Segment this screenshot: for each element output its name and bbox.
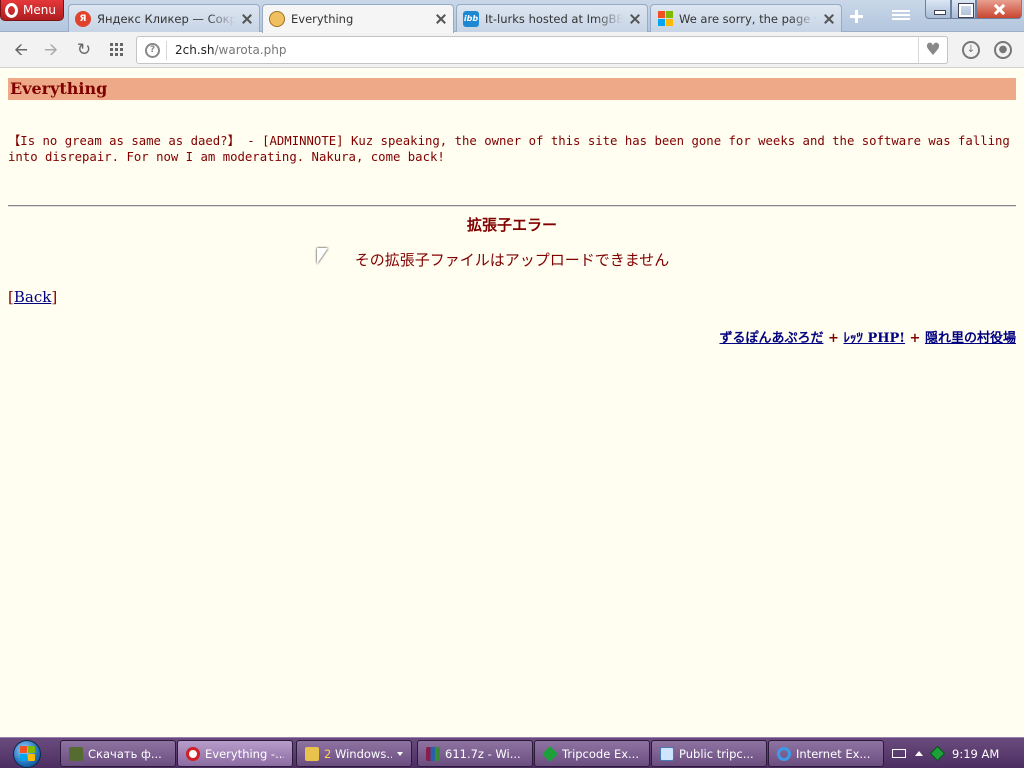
taskbar-item-internet-explorer[interactable]: Internet Ex... xyxy=(768,740,884,767)
tab-title: It-lurks hosted at ImgBB — ImgBB xyxy=(485,11,623,26)
tab-microsoft[interactable]: We are sorry, the page you requested xyxy=(650,4,842,32)
opera-icon xyxy=(186,746,200,761)
bookmark-button[interactable]: ♥ xyxy=(918,36,948,64)
url-path: /warota.php xyxy=(214,43,287,57)
close-icon[interactable] xyxy=(435,13,447,25)
chevron-down-icon xyxy=(397,751,403,756)
tab-yandex[interactable]: Я Яндекс Кликер — Сокращатель ссылок xyxy=(68,4,260,32)
footer-links: ずるぽんあぷろだ + ﾚｯﾂ PHP! + 隠れ里の村役場 xyxy=(719,327,1016,346)
tab-title: Everything xyxy=(291,12,354,26)
tripcode-tray-icon[interactable] xyxy=(929,745,946,762)
forward-arrow-icon[interactable]: 🡪 xyxy=(42,41,60,59)
everything-icon xyxy=(269,11,285,27)
url-host: 2ch.sh xyxy=(175,43,215,57)
windows-logo-icon xyxy=(13,739,41,768)
system-tray: 9:19 AM xyxy=(884,738,1024,768)
tripcode-icon xyxy=(542,745,558,762)
minimize-button[interactable] xyxy=(925,0,951,19)
bracket: ] xyxy=(51,288,58,306)
close-icon[interactable] xyxy=(823,13,835,25)
downloads-icon[interactable]: ↓ xyxy=(962,41,980,59)
new-tab-icon[interactable] xyxy=(848,8,866,26)
footer-link-lets-php[interactable]: ﾚｯﾂ PHP! xyxy=(843,331,905,346)
error-message: その拡張子ファイルはアップロードできません xyxy=(354,251,670,269)
yandex-icon: Я xyxy=(75,10,91,27)
taskbar-item-opera[interactable]: Everything -... xyxy=(177,740,293,767)
divider xyxy=(166,41,167,60)
tab-title: Яндекс Кликер — Сокращатель ссылок xyxy=(97,11,235,26)
reload-icon[interactable]: ↻ xyxy=(75,41,93,59)
tab-strip: Menu Я Яндекс Кликер — Сокращатель ссыло… xyxy=(0,0,1024,33)
mouse-cursor-icon xyxy=(317,248,328,264)
winrar-icon xyxy=(426,746,440,761)
taskbar-item-text: Windows... xyxy=(331,746,392,761)
opera-menu-button[interactable]: Menu xyxy=(0,0,64,21)
taskbar-item-label: 611.7z - Wi... xyxy=(445,746,521,761)
account-icon[interactable]: ● xyxy=(994,41,1012,59)
taskbar-item-explorer[interactable]: 2 Windows... xyxy=(296,740,412,767)
title-banner: Everything xyxy=(8,78,1016,100)
taskbar-item-label: Internet Ex... xyxy=(796,746,871,761)
keyboard-icon[interactable] xyxy=(892,749,906,758)
taskbar-item-label: 2 Windows... xyxy=(324,747,392,761)
taskbar-item-label: Everything -... xyxy=(205,746,284,761)
tab-menu-icon[interactable] xyxy=(892,8,910,24)
taskbar-item-winrar[interactable]: 611.7z - Wi... xyxy=(417,740,533,767)
page-content: Everything 【Is no gream as same as daed?… xyxy=(0,69,1024,737)
page-title: Everything xyxy=(10,79,108,98)
footer-separator: + xyxy=(909,331,921,346)
internet-explorer-icon xyxy=(777,746,791,761)
taskbar: Скачать ф... Everything -... 2 Windows..… xyxy=(0,737,1024,768)
imgbb-icon: ibb xyxy=(463,10,479,27)
speed-dial-icon[interactable] xyxy=(110,43,123,56)
error-title: 拡張子エラー xyxy=(466,216,557,234)
back-link[interactable]: Back xyxy=(14,288,51,306)
start-button[interactable] xyxy=(4,738,50,768)
taskbar-item-public-tripcode[interactable]: Public tripc... xyxy=(651,740,767,767)
close-icon[interactable] xyxy=(629,13,641,25)
taskbar-item-label: Tripcode Ex... xyxy=(562,746,639,761)
heart-icon: ♥ xyxy=(925,40,941,60)
download-icon xyxy=(69,746,83,761)
site-info-icon[interactable]: ? xyxy=(145,43,160,58)
taskbar-item-label: Скачать ф... xyxy=(88,746,162,761)
close-icon[interactable] xyxy=(241,13,253,25)
opera-logo-icon xyxy=(5,2,18,18)
back-arrow-icon[interactable]: 🡨 xyxy=(12,41,30,59)
navigation-toolbar: 🡨 🡪 ↻ ? 2ch.sh/warota.php ♥ ↓ ● xyxy=(0,32,1024,68)
maximize-button[interactable] xyxy=(951,0,976,19)
back-link-wrapper: [Back] xyxy=(8,288,57,306)
taskbar-item-download[interactable]: Скачать ф... xyxy=(60,740,176,767)
microsoft-icon xyxy=(657,10,673,27)
footer-link-zurupon[interactable]: ずるぽんあぷろだ xyxy=(719,331,823,346)
address-bar[interactable]: ? 2ch.sh/warota.php xyxy=(136,36,948,64)
tab-everything[interactable]: Everything xyxy=(262,4,454,33)
url-text[interactable]: 2ch.sh/warota.php xyxy=(175,43,286,57)
clock[interactable]: 9:19 AM xyxy=(952,747,999,761)
document-icon xyxy=(660,746,674,761)
footer-separator: + xyxy=(828,331,839,346)
menu-label: Menu xyxy=(23,3,56,17)
taskbar-item-label: Public tripc... xyxy=(679,746,754,761)
tab-title: We are sorry, the page you requested xyxy=(679,11,817,26)
tab-imgbb[interactable]: ibb It-lurks hosted at ImgBB — ImgBB xyxy=(456,4,648,32)
show-hidden-icons-icon[interactable] xyxy=(915,751,923,756)
admin-notice: 【Is no gream as same as daed?】 - [ADMINN… xyxy=(8,134,1010,164)
close-window-button[interactable] xyxy=(976,0,1022,19)
folder-icon xyxy=(305,746,319,761)
footer-link-village-office[interactable]: 隠れ里の村役場 xyxy=(925,331,1016,346)
taskbar-item-tripcode[interactable]: Tripcode Ex... xyxy=(534,740,650,767)
divider xyxy=(8,205,1016,207)
